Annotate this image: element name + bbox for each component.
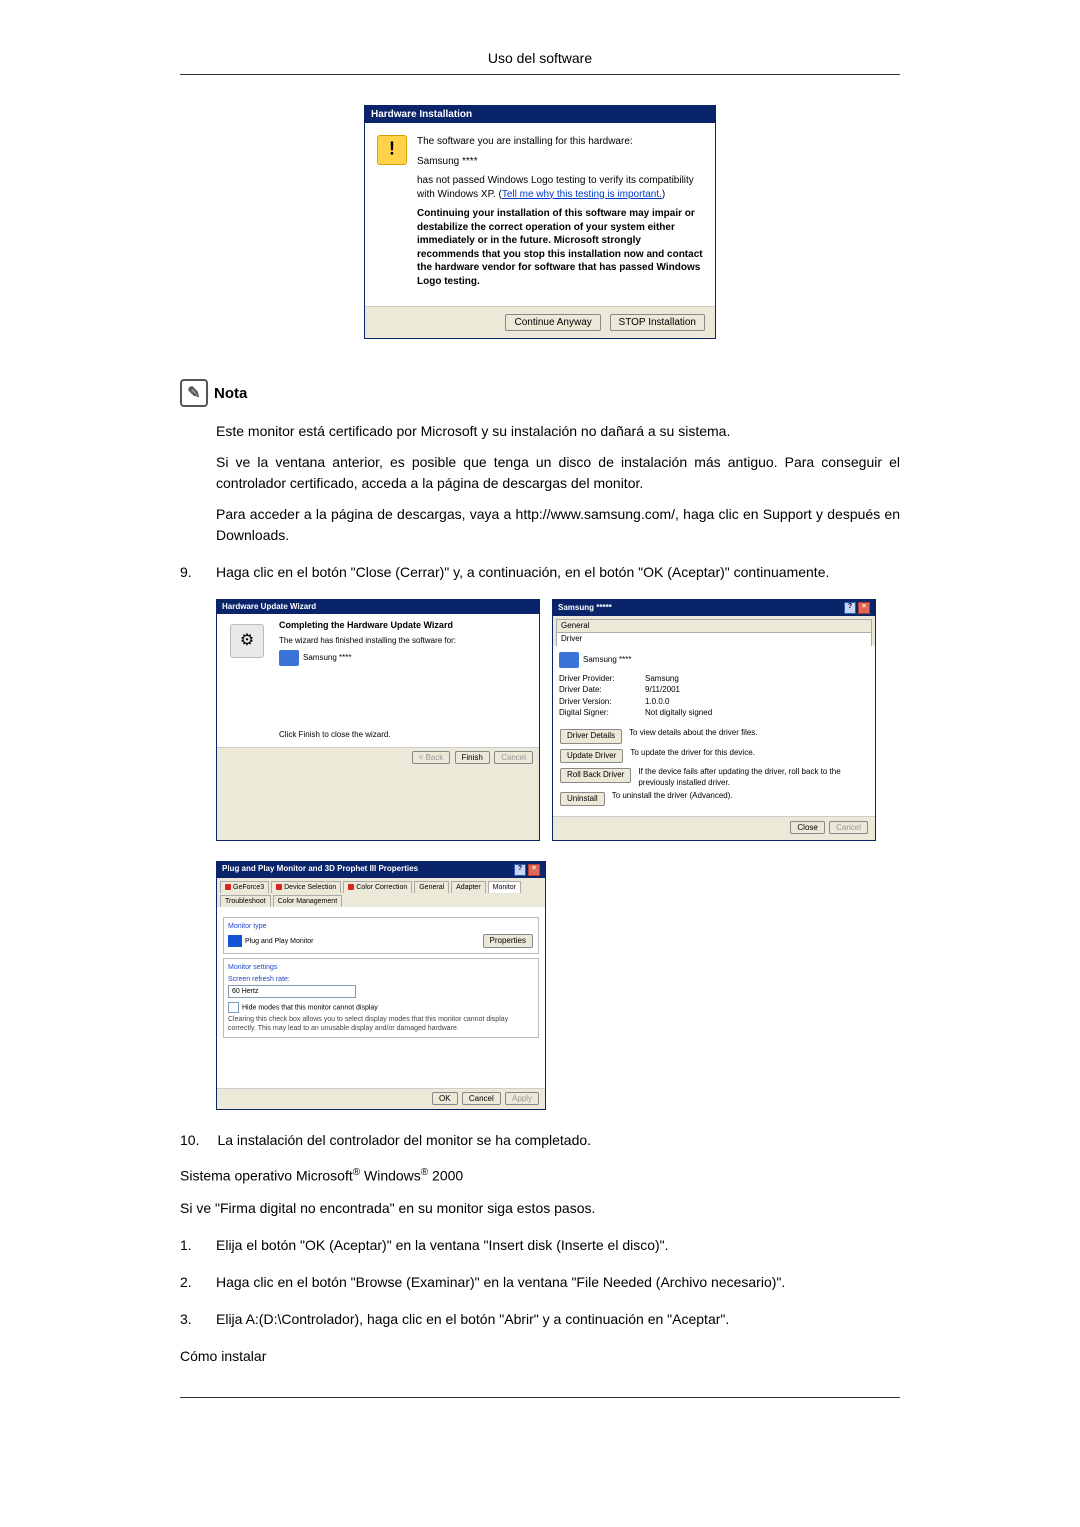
- version-value: 1.0.0.0: [645, 697, 669, 707]
- tab-adapter[interactable]: Adapter: [451, 881, 486, 893]
- wizard-line-finished: The wizard has finished installing the s…: [279, 636, 533, 646]
- monitor-device-icon-2: [559, 652, 579, 668]
- screen-refresh-select[interactable]: 60 Hertz: [228, 985, 356, 998]
- wizard-title: Hardware Update Wizard: [222, 602, 316, 612]
- hardware-update-wizard-dialog: Hardware Update Wizard ⚙ Completing the …: [216, 599, 540, 841]
- hw-logo-testing-link[interactable]: Tell me why this testing is important.: [502, 189, 662, 200]
- nvidia-icon-2: [276, 884, 282, 890]
- wizard-device: Samsung ****: [303, 653, 351, 663]
- w2k-step-1-text: Elija el botón "OK (Aceptar)" en la vent…: [216, 1235, 900, 1256]
- tab-general-2[interactable]: General: [414, 881, 449, 893]
- screen-refresh-label: Screen refresh rate:: [228, 975, 534, 984]
- tab-troubleshoot[interactable]: Troubleshoot: [220, 895, 271, 907]
- monitor-type-label: Monitor type: [228, 922, 534, 931]
- tab-monitor[interactable]: Monitor: [488, 881, 521, 893]
- wizard-finish-button[interactable]: Finish: [455, 751, 490, 764]
- signature-not-found-line: Si ve "Firma digital no encontrada" en s…: [180, 1198, 900, 1219]
- driver-props-title: Samsung *****: [558, 603, 612, 613]
- date-value: 9/11/2001: [645, 685, 680, 695]
- monitor-properties-button[interactable]: Properties: [483, 934, 533, 948]
- monitor-type-icon: [228, 935, 242, 947]
- window-close-button-2[interactable]: ×: [528, 864, 540, 876]
- version-label: Driver Version:: [559, 697, 639, 707]
- display-apply-button: Apply: [505, 1092, 539, 1105]
- signer-label: Digital Signer:: [559, 708, 639, 718]
- nota-paragraph-3: Para acceder a la página de descargas, v…: [216, 504, 900, 546]
- wizard-icon: ⚙: [230, 624, 264, 658]
- w2k-step-3-text: Elija A:(D:\Controlador), haga clic en e…: [216, 1309, 900, 1330]
- tab-color-correction[interactable]: Color Correction: [343, 881, 412, 893]
- provider-value: Samsung: [645, 674, 679, 684]
- monitor-device-icon: [279, 650, 299, 666]
- w2k-step-1-num: 1.: [180, 1235, 198, 1256]
- wizard-close-hint: Click Finish to close the wizard.: [279, 730, 533, 740]
- nota-paragraph-1: Este monitor está certificado por Micros…: [216, 421, 900, 442]
- stop-installation-button[interactable]: STOP Installation: [610, 314, 705, 331]
- warning-icon: [377, 135, 407, 165]
- window-help-button-2[interactable]: ?: [514, 864, 526, 876]
- window-help-button[interactable]: ?: [844, 602, 856, 614]
- note-icon: ✎: [180, 379, 208, 407]
- tab-color-management[interactable]: Color Management: [273, 895, 343, 907]
- signer-value: Not digitally signed: [645, 708, 712, 718]
- step-text-10: La instalación del controlador del monit…: [217, 1130, 900, 1151]
- step-number-10: 10.: [180, 1130, 199, 1151]
- tab-general[interactable]: General: [556, 619, 872, 632]
- date-label: Driver Date:: [559, 685, 639, 695]
- window-close-button[interactable]: ×: [858, 602, 870, 614]
- step-text-9: Haga clic en el botón "Close (Cerrar)" y…: [216, 562, 900, 583]
- monitor-type-name: Plug and Play Monitor: [245, 938, 313, 945]
- step-number-9: 9.: [180, 562, 198, 583]
- display-cancel-button[interactable]: Cancel: [462, 1092, 501, 1105]
- tab-device-selection[interactable]: Device Selection: [271, 881, 341, 893]
- update-driver-desc: To update the driver for this device.: [630, 748, 869, 758]
- w2k-step-2-num: 2.: [180, 1272, 198, 1293]
- nvidia-icon-3: [348, 884, 354, 890]
- driver-details-desc: To view details about the driver files.: [629, 728, 869, 738]
- provider-label: Driver Provider:: [559, 674, 639, 684]
- wizard-cancel-button: Cancel: [494, 751, 533, 764]
- continue-anyway-button[interactable]: Continue Anyway: [505, 314, 600, 331]
- hw-line1: The software you are installing for this…: [417, 135, 703, 149]
- rollback-driver-button[interactable]: Roll Back Driver: [560, 768, 631, 782]
- uninstall-driver-desc: To uninstall the driver (Advanced).: [612, 791, 869, 801]
- nota-paragraph-2: Si ve la ventana anterior, es posible qu…: [216, 452, 900, 494]
- note-label: Nota: [214, 385, 247, 402]
- hw-line2-post: ): [662, 189, 665, 200]
- w2k-step-2-text: Haga clic en el botón "Browse (Examinar)…: [216, 1272, 900, 1293]
- uninstall-driver-button[interactable]: Uninstall: [560, 792, 605, 806]
- como-instalar-heading: Cómo instalar: [180, 1346, 900, 1367]
- driver-props-cancel-button: Cancel: [829, 821, 868, 834]
- display-props-title: Plug and Play Monitor and 3D Prophet III…: [222, 864, 418, 874]
- driver-device-name: Samsung ****: [583, 655, 631, 665]
- hide-modes-checkbox[interactable]: [228, 1002, 239, 1013]
- wizard-heading: Completing the Hardware Update Wizard: [279, 620, 533, 632]
- driver-properties-dialog: Samsung ***** ? × General Driver Samsung…: [552, 599, 876, 841]
- driver-props-close-button[interactable]: Close: [790, 821, 824, 834]
- page-header-title: Uso del software: [180, 50, 900, 66]
- hardware-installation-title: Hardware Installation: [365, 106, 715, 123]
- hw-warning-bold: Continuing your installation of this sof…: [417, 207, 703, 288]
- rollback-driver-desc: If the device fails after updating the d…: [638, 767, 869, 788]
- footer-rule: [180, 1397, 900, 1398]
- header-rule: [180, 74, 900, 75]
- hide-modes-desc: Clearing this check box allows you to se…: [228, 1015, 534, 1033]
- hardware-installation-dialog: Hardware Installation The software you a…: [364, 105, 716, 339]
- update-driver-button[interactable]: Update Driver: [560, 749, 623, 763]
- nvidia-icon: [225, 884, 231, 890]
- hw-device: Samsung ****: [417, 155, 703, 169]
- tab-geforce3[interactable]: GeForce3: [220, 881, 269, 893]
- wizard-back-button: < Back: [412, 751, 451, 764]
- driver-details-button[interactable]: Driver Details: [560, 729, 622, 743]
- monitor-settings-label: Monitor settings: [228, 963, 534, 972]
- w2k-step-3-num: 3.: [180, 1309, 198, 1330]
- hide-modes-label: Hide modes that this monitor cannot disp…: [242, 1004, 378, 1011]
- display-properties-dialog: Plug and Play Monitor and 3D Prophet III…: [216, 861, 546, 1111]
- tab-driver[interactable]: Driver: [556, 632, 872, 645]
- os-heading: Sistema operativo Microsoft® Windows® 20…: [180, 1167, 900, 1184]
- display-ok-button[interactable]: OK: [432, 1092, 458, 1105]
